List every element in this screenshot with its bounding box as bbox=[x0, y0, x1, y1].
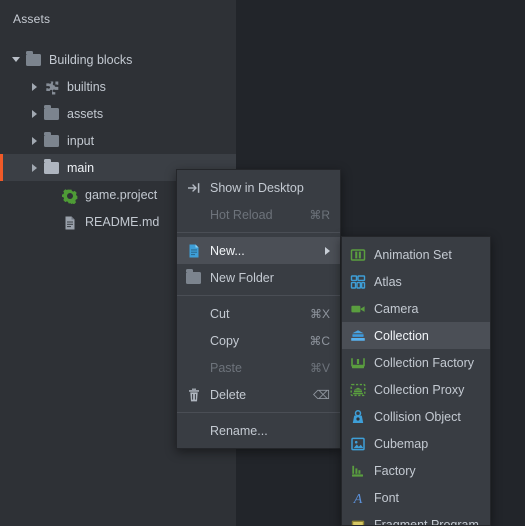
tree-item-label: assets bbox=[67, 106, 104, 121]
tree-twisty-closed-icon[interactable] bbox=[29, 135, 40, 146]
tree-item-builtins[interactable]: builtins bbox=[0, 73, 236, 100]
submenu-item-label: Cubemap bbox=[374, 436, 429, 451]
menu-item-shortcut: ⌘X bbox=[309, 306, 330, 321]
menu-item-label: New... bbox=[210, 243, 245, 258]
submenu-item-animation-set[interactable]: Animation Set bbox=[342, 241, 490, 268]
menu-item-shortcut: ⌘C bbox=[309, 333, 330, 348]
tree-item-assets[interactable]: assets bbox=[0, 100, 236, 127]
menu-item-delete[interactable]: Delete ⌫ bbox=[177, 381, 340, 408]
submenu-item-collection-proxy[interactable]: Collection Proxy bbox=[342, 376, 490, 403]
tree-item-label: main bbox=[67, 160, 95, 175]
fragment-program-icon bbox=[350, 517, 366, 525]
menu-item-new[interactable]: New... bbox=[177, 237, 340, 264]
tree-twisty-open-icon[interactable] bbox=[11, 54, 22, 65]
submenu-item-label: Font bbox=[374, 490, 400, 505]
menu-item-label: Rename... bbox=[210, 423, 268, 438]
submenu-item-label: Factory bbox=[374, 463, 416, 478]
submenu-item-collision-object[interactable]: Collision Object bbox=[342, 403, 490, 430]
page-title: Assets bbox=[13, 12, 51, 26]
folder-icon bbox=[26, 50, 42, 68]
puzzle-icon bbox=[44, 79, 60, 95]
menu-item-icon-spacer bbox=[186, 360, 202, 376]
tree-twisty-closed-icon[interactable] bbox=[29, 108, 40, 119]
trash-icon bbox=[186, 387, 202, 403]
submenu-item-label: Atlas bbox=[374, 274, 402, 289]
collection-proxy-icon bbox=[350, 382, 366, 398]
tree-twisty-spacer bbox=[47, 189, 58, 200]
submenu-item-label: Camera bbox=[374, 301, 419, 316]
tree-item-input[interactable]: input bbox=[0, 127, 236, 154]
submenu-item-cubemap[interactable]: Cubemap bbox=[342, 430, 490, 457]
submenu-item-collection[interactable]: Collection bbox=[342, 322, 490, 349]
new-file-icon bbox=[186, 243, 202, 259]
menu-item-icon-spacer bbox=[186, 423, 202, 439]
submenu-item-label: Collection Factory bbox=[374, 355, 475, 370]
font-icon: A bbox=[350, 490, 366, 506]
menu-item-icon-spacer bbox=[186, 333, 202, 349]
collision-object-icon bbox=[350, 409, 366, 425]
folder-icon bbox=[44, 131, 60, 149]
editor-window: Assets Building blocks builtins assets inpu… bbox=[0, 0, 525, 526]
atlas-icon bbox=[350, 274, 366, 290]
tree-item-label: Building blocks bbox=[49, 52, 133, 67]
menu-item-new-folder[interactable]: New Folder bbox=[177, 264, 340, 291]
collection-factory-icon bbox=[350, 355, 366, 371]
menu-item-label: Show in Desktop bbox=[210, 180, 304, 195]
submenu-item-label: Collection bbox=[374, 328, 429, 343]
context-menu[interactable]: Show in Desktop Hot Reload ⌘R New... New Fol… bbox=[176, 169, 341, 449]
tree-twisty-closed-icon[interactable] bbox=[29, 162, 40, 173]
folder-icon bbox=[186, 268, 202, 286]
menu-item-shortcut: ⌫ bbox=[313, 387, 330, 402]
camera-icon bbox=[350, 301, 366, 317]
gear-icon bbox=[62, 187, 78, 204]
submenu-item-label: Animation Set bbox=[374, 247, 452, 262]
folder-icon bbox=[44, 104, 60, 122]
submenu-item-camera[interactable]: Camera bbox=[342, 295, 490, 322]
tree-twisty-spacer bbox=[47, 216, 58, 227]
tree-twisty-closed-icon[interactable] bbox=[29, 81, 40, 92]
menu-item-paste: Paste ⌘V bbox=[177, 354, 340, 381]
svg-text:A: A bbox=[353, 492, 363, 506]
menu-item-label: Cut bbox=[210, 306, 230, 321]
menu-item-hot-reload: Hot Reload ⌘R bbox=[177, 201, 340, 228]
tree-item-building-blocks[interactable]: Building blocks bbox=[0, 46, 236, 73]
menu-item-label: Hot Reload bbox=[210, 207, 273, 222]
menu-separator bbox=[177, 232, 340, 233]
menu-item-show-in-desktop[interactable]: Show in Desktop bbox=[177, 174, 340, 201]
menu-item-label: Paste bbox=[210, 360, 242, 375]
menu-separator bbox=[177, 295, 340, 296]
submenu-item-factory[interactable]: Factory bbox=[342, 457, 490, 484]
menu-item-icon-spacer bbox=[186, 207, 202, 223]
menu-item-copy[interactable]: Copy ⌘C bbox=[177, 327, 340, 354]
menu-item-label: New Folder bbox=[210, 270, 274, 285]
factory-icon bbox=[350, 463, 366, 479]
folder-icon bbox=[44, 158, 60, 176]
submenu-item-collection-factory[interactable]: Collection Factory bbox=[342, 349, 490, 376]
new-submenu[interactable]: Animation Set Atlas Camera Collection Collec… bbox=[341, 236, 491, 526]
document-icon bbox=[62, 214, 78, 230]
collection-icon bbox=[350, 328, 366, 344]
submenu-item-label: Collection Proxy bbox=[374, 382, 465, 397]
menu-item-cut[interactable]: Cut ⌘X bbox=[177, 300, 340, 327]
menu-item-rename[interactable]: Rename... bbox=[177, 417, 340, 444]
menu-item-label: Delete bbox=[210, 387, 247, 402]
menu-separator bbox=[177, 412, 340, 413]
menu-item-icon-spacer bbox=[186, 306, 202, 322]
submenu-item-atlas[interactable]: Atlas bbox=[342, 268, 490, 295]
animation-set-icon bbox=[350, 247, 366, 263]
submenu-item-font[interactable]: A Font bbox=[342, 484, 490, 511]
menu-item-shortcut: ⌘R bbox=[309, 207, 330, 222]
submenu-item-label: Collision Object bbox=[374, 409, 461, 424]
tree-item-label: builtins bbox=[67, 79, 106, 94]
chevron-right-icon bbox=[325, 246, 330, 255]
tree-item-label: input bbox=[67, 133, 95, 148]
tree-item-label: README.md bbox=[85, 214, 160, 229]
submenu-item-label: Fragment Program bbox=[374, 517, 479, 526]
show-in-desktop-icon bbox=[186, 180, 202, 196]
tree-item-label: game.project bbox=[85, 187, 158, 202]
menu-item-label: Copy bbox=[210, 333, 240, 348]
submenu-item-fragment-program[interactable]: Fragment Program bbox=[342, 511, 490, 526]
cubemap-icon bbox=[350, 436, 366, 452]
menu-item-shortcut: ⌘V bbox=[309, 360, 330, 375]
